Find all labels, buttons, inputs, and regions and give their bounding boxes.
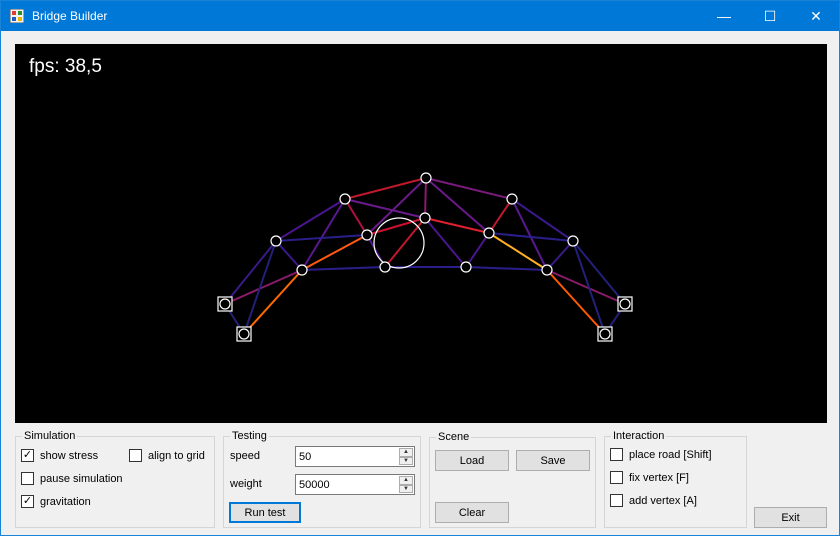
load-button[interactable]: Load xyxy=(435,450,509,471)
simulation-canvas[interactable]: fps: 38,5 xyxy=(15,44,827,423)
pause-simulation-box xyxy=(21,472,34,485)
app-icon xyxy=(10,9,24,23)
bridge-edge xyxy=(424,177,427,219)
vertex xyxy=(270,235,282,247)
bridge-edge xyxy=(546,269,606,335)
bridge-edge xyxy=(384,217,426,268)
show-stress-checkbox[interactable]: ✓ show stress xyxy=(21,449,98,462)
app-window: Bridge Builder — ☐ ✕ fps: 38,5 Simulatio… xyxy=(0,0,840,536)
vertex xyxy=(419,212,431,224)
pause-simulation-label: pause simulation xyxy=(40,472,123,485)
align-to-grid-checkbox[interactable]: align to grid xyxy=(129,449,205,462)
spin-up-icon[interactable]: ▲ xyxy=(399,476,413,485)
vertex xyxy=(361,229,373,241)
add-vertex-label: add vertex [A] xyxy=(629,494,697,507)
scene-legend: Scene xyxy=(438,431,470,443)
run-test-button[interactable]: Run test xyxy=(229,502,301,523)
save-button[interactable]: Save xyxy=(516,450,590,471)
fix-vertex-checkbox[interactable]: fix vertex [F] xyxy=(610,471,689,484)
vertex xyxy=(506,193,518,205)
weight-input[interactable]: 50000 ▲ ▼ xyxy=(295,474,415,495)
vertex xyxy=(238,328,250,340)
place-road-label: place road [Shift] xyxy=(629,448,712,461)
gravitation-checkbox[interactable]: ✓ gravitation xyxy=(21,495,91,508)
align-to-grid-label: align to grid xyxy=(148,449,205,462)
vertex xyxy=(567,235,579,247)
bridge-edge xyxy=(301,266,386,271)
vertex xyxy=(296,264,308,276)
run-test-label: Run test xyxy=(244,506,286,519)
speed-label: speed xyxy=(230,450,260,462)
maximize-button[interactable]: ☐ xyxy=(747,1,793,31)
speed-value: 50 xyxy=(299,450,312,463)
bridge-edge xyxy=(488,198,513,234)
bridge-edge xyxy=(546,240,574,271)
simulation-legend: Simulation xyxy=(24,430,76,442)
vertex xyxy=(420,172,432,184)
save-label: Save xyxy=(540,454,566,467)
fix-vertex-label: fix vertex [F] xyxy=(629,471,689,484)
place-road-checkbox[interactable]: place road [Shift] xyxy=(610,448,712,461)
bridge-edge xyxy=(465,232,490,268)
bridge-drawing[interactable] xyxy=(15,44,827,423)
close-button[interactable]: ✕ xyxy=(793,1,839,31)
spin-down-icon[interactable]: ▼ xyxy=(399,456,413,465)
bridge-edge xyxy=(465,266,548,271)
align-to-grid-box xyxy=(129,449,142,462)
add-vertex-checkbox[interactable]: add vertex [A] xyxy=(610,494,697,507)
vertex xyxy=(483,227,495,239)
gravitation-label: gravitation xyxy=(40,495,91,508)
bridge-edge xyxy=(243,240,277,335)
speed-input[interactable]: 50 ▲ ▼ xyxy=(295,446,415,467)
load-label: Load xyxy=(459,454,485,467)
interaction-legend: Interaction xyxy=(613,430,665,442)
pause-simulation-checkbox[interactable]: pause simulation xyxy=(21,472,123,485)
bridge-edge xyxy=(511,198,574,242)
bridge-edge xyxy=(275,240,303,271)
bridge-edge xyxy=(572,240,606,335)
window-title: Bridge Builder xyxy=(32,9,108,23)
vertex xyxy=(599,328,611,340)
exit-button[interactable]: Exit xyxy=(754,507,827,528)
show-stress-check-icon: ✓ xyxy=(21,449,34,462)
weight-label: weight xyxy=(230,478,262,490)
bridge-edge xyxy=(275,198,346,242)
title-bar[interactable]: Bridge Builder — ☐ ✕ xyxy=(1,1,839,31)
gravitation-check-icon: ✓ xyxy=(21,495,34,508)
vertex xyxy=(541,264,553,276)
vertex xyxy=(619,298,631,310)
vertex xyxy=(339,193,351,205)
bridge-edge xyxy=(243,269,303,335)
speed-spinner[interactable]: ▲ ▼ xyxy=(399,448,413,465)
exit-label: Exit xyxy=(781,511,800,524)
minimize-button[interactable]: — xyxy=(701,1,747,31)
bridge-edge xyxy=(224,240,277,305)
fix-vertex-box xyxy=(610,471,623,484)
bridge-edge xyxy=(546,269,626,305)
bridge-edge xyxy=(572,240,626,305)
weight-spinner[interactable]: ▲ ▼ xyxy=(399,476,413,493)
place-road-box xyxy=(610,448,623,461)
close-icon: ✕ xyxy=(810,7,822,24)
spin-down-icon[interactable]: ▼ xyxy=(399,484,413,493)
spin-up-icon[interactable]: ▲ xyxy=(399,448,413,457)
clear-button[interactable]: Clear xyxy=(435,502,509,523)
show-stress-label: show stress xyxy=(40,449,99,462)
vertex xyxy=(379,261,391,273)
vertex xyxy=(219,298,231,310)
add-vertex-box xyxy=(610,494,623,507)
bridge-edge xyxy=(344,198,426,219)
clear-label: Clear xyxy=(458,506,486,519)
maximize-icon: ☐ xyxy=(763,7,777,24)
weight-value: 50000 xyxy=(299,478,330,491)
testing-legend: Testing xyxy=(232,430,267,442)
minimize-icon: — xyxy=(717,8,731,24)
vertex xyxy=(460,261,472,273)
